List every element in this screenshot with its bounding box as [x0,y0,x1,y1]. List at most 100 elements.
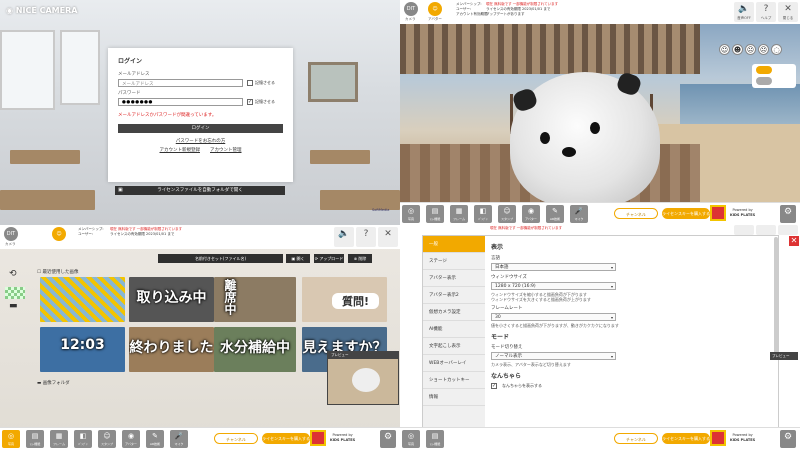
image-thumbnail[interactable]: 取り込み中 [129,277,214,322]
show-tool[interactable]: ▤ ｼｮｰ機能 [426,205,444,223]
checker-icon[interactable] [5,287,25,299]
folder-icon[interactable]: ▬ [9,301,18,311]
mute-button[interactable]: 🔈 [334,227,354,247]
ar-tool[interactable]: ✎ AR技術 [146,430,164,448]
stamp-tool[interactable]: ☺ スタンプ [498,205,516,223]
purchase-license-button[interactable]: ライセンスキーを購入する [662,208,710,219]
account-link[interactable]: アカウント管理 [210,147,242,153]
menu-item-avatar-display[interactable]: アバター表示 [423,270,485,287]
channel-button[interactable]: チャンネル [214,433,258,444]
photo-tool[interactable]: ◎ 写真 [2,430,20,448]
language-select[interactable]: 日本語 [491,263,616,271]
camera-toggle-icon[interactable]: DIT [4,227,18,241]
login-button[interactable]: ログイン [118,124,283,133]
show-checkbox[interactable]: ✓ [491,383,497,389]
image-thumbnail[interactable]: 離席中 [214,277,296,322]
menu-item-virtual-camera[interactable]: 仮想カメラ設定 [423,304,485,321]
section-other: なんちゃら [491,373,522,380]
show-tool[interactable]: ▤ ｼｮｰ機能 [26,430,44,448]
delete-button[interactable]: ⊗ 削除 [348,254,372,263]
gift-icon[interactable] [710,205,726,221]
gift-icon[interactable] [710,430,726,446]
help-button[interactable]: ? ヘルプ [756,2,776,22]
avatar-toggle-icon[interactable]: ☺ [428,2,442,16]
toggle-switch[interactable] [756,66,772,74]
channel-button[interactable]: チャンネル [614,433,658,444]
close-button[interactable]: ✕ 閉じる [778,2,798,22]
tool-label: マイク [574,217,584,221]
ar-tool[interactable]: ✎ AR技術 [546,205,564,223]
help-button[interactable]: ? [356,227,376,247]
frame-tool[interactable]: ▦ フレーム [50,430,68,448]
email-field[interactable]: メールアドレス [118,79,243,87]
license-folder-button[interactable]: ▣ ライセンスファイルを自動フォルダで開く [115,186,285,195]
menu-item-shortcuts[interactable]: ショートカットキー [423,372,485,389]
image-folder-link[interactable]: ▬ 画像フォルダ [37,380,70,386]
upload-button[interactable]: ⟳ アップロード [314,254,344,263]
avatar-tool[interactable]: ◉ アバター [122,430,140,448]
photo-tool[interactable]: ◎ 写真 [402,205,420,223]
remember-password-checkbox[interactable]: ✓ [247,99,253,105]
purchase-license-button[interactable]: ライセンスキーを購入する [662,433,710,444]
close-button[interactable]: ✕ [378,227,398,247]
purchase-license-button[interactable]: ライセンスキーを購入する [262,433,310,444]
frame-tool[interactable]: ▦ フレーム [450,205,468,223]
history-icon[interactable]: ⟲ [9,269,17,279]
menu-item-avatar-display-2[interactable]: アバター表示2 [423,287,485,304]
window-size-select[interactable]: 1280 x 720 (16:9) [491,282,616,290]
mic-tool[interactable]: 🎤 マイク [170,430,188,448]
mic-tool[interactable]: 🎤 マイク [570,205,588,223]
image-thumbnail[interactable] [40,277,125,322]
menu-item-stage[interactable]: ステージ [423,253,485,270]
image-thumbnail[interactable]: 水分補給中 [214,327,296,372]
password-field[interactable]: ●●●●●●● [118,98,243,106]
register-link[interactable]: アカウント新規登録 [160,147,201,153]
stamp-tool[interactable]: ☺ スタンプ [98,430,116,448]
window-size-label: ウィンドウサイズ [491,275,527,280]
menu-item-transcription[interactable]: 文字起こし表示 [423,338,485,355]
panel-tool[interactable]: ◧ ﾊﾟﾝﾌﾟﾝ [474,205,492,223]
help-button[interactable] [756,225,776,235]
avatar-tool[interactable]: ◉ アバター [522,205,540,223]
camera-toggle-icon[interactable]: DIT [404,2,418,16]
framerate-select[interactable]: 30 [491,313,616,321]
panel-tool[interactable]: ◧ ﾊﾟﾝﾌﾟﾝ [74,430,92,448]
login-screen: ◉ NICE CAMERA ログイン メールアドレス メールアドレス 記憶させる… [0,0,400,225]
menu-item-web-overlay[interactable]: WEBオーバーレイ [423,355,485,372]
menu-item-ai[interactable]: AI機能 [423,321,485,338]
image-thumbnail[interactable]: 質問! [302,277,387,322]
close-button[interactable] [778,225,798,235]
image-thumbnail[interactable]: 12:03 [40,327,125,372]
smile-icon[interactable]: ☺ [719,44,730,55]
angry-icon[interactable]: ☹ [758,44,769,55]
settings-scrollbar[interactable] [774,237,778,357]
powered-by: Powered by KIDS PLATES [330,433,355,443]
toggle-switch[interactable] [756,77,772,85]
photo-tool[interactable]: ◎ 写真 [402,430,420,448]
mute-button[interactable] [734,225,754,235]
menu-item-general[interactable]: 一般 [423,236,485,253]
settings-button[interactable]: ⚙ [780,430,796,448]
settings-button[interactable]: ⚙ [380,430,396,448]
menu-item-info[interactable]: 情報 [423,389,485,406]
folder-path[interactable]: 名前付きセット(ファイル名) [158,254,283,263]
surprise-icon[interactable]: ◌ [771,44,782,55]
gift-icon[interactable] [310,430,326,446]
image-thumbnail[interactable]: 終わりました [129,327,214,372]
laugh-icon[interactable]: ☻ [732,44,743,55]
list-icon: ▤ [431,432,439,440]
remember-email-checkbox[interactable] [247,80,253,86]
mute-button[interactable]: 🔈 音声OFF [734,2,754,22]
tool-label: フレーム [453,217,465,221]
show-tool[interactable]: ▤ ｼｮｰ機能 [426,430,444,448]
settings-close-button[interactable]: ✕ [789,236,799,246]
sad-icon[interactable]: ☹ [745,44,756,55]
avatar-eye [590,122,600,134]
camera-icon: ◉ [6,6,13,15]
mode-select[interactable]: ノーマル表示 [491,352,616,360]
avatar-toggle-icon[interactable]: ☺ [52,227,66,241]
open-button[interactable]: ▣ 開く [286,254,310,263]
channel-button[interactable]: チャンネル [614,208,658,219]
settings-button[interactable]: ⚙ [780,205,796,223]
forgot-password-link[interactable]: パスワードをお忘れの方 [118,138,283,144]
